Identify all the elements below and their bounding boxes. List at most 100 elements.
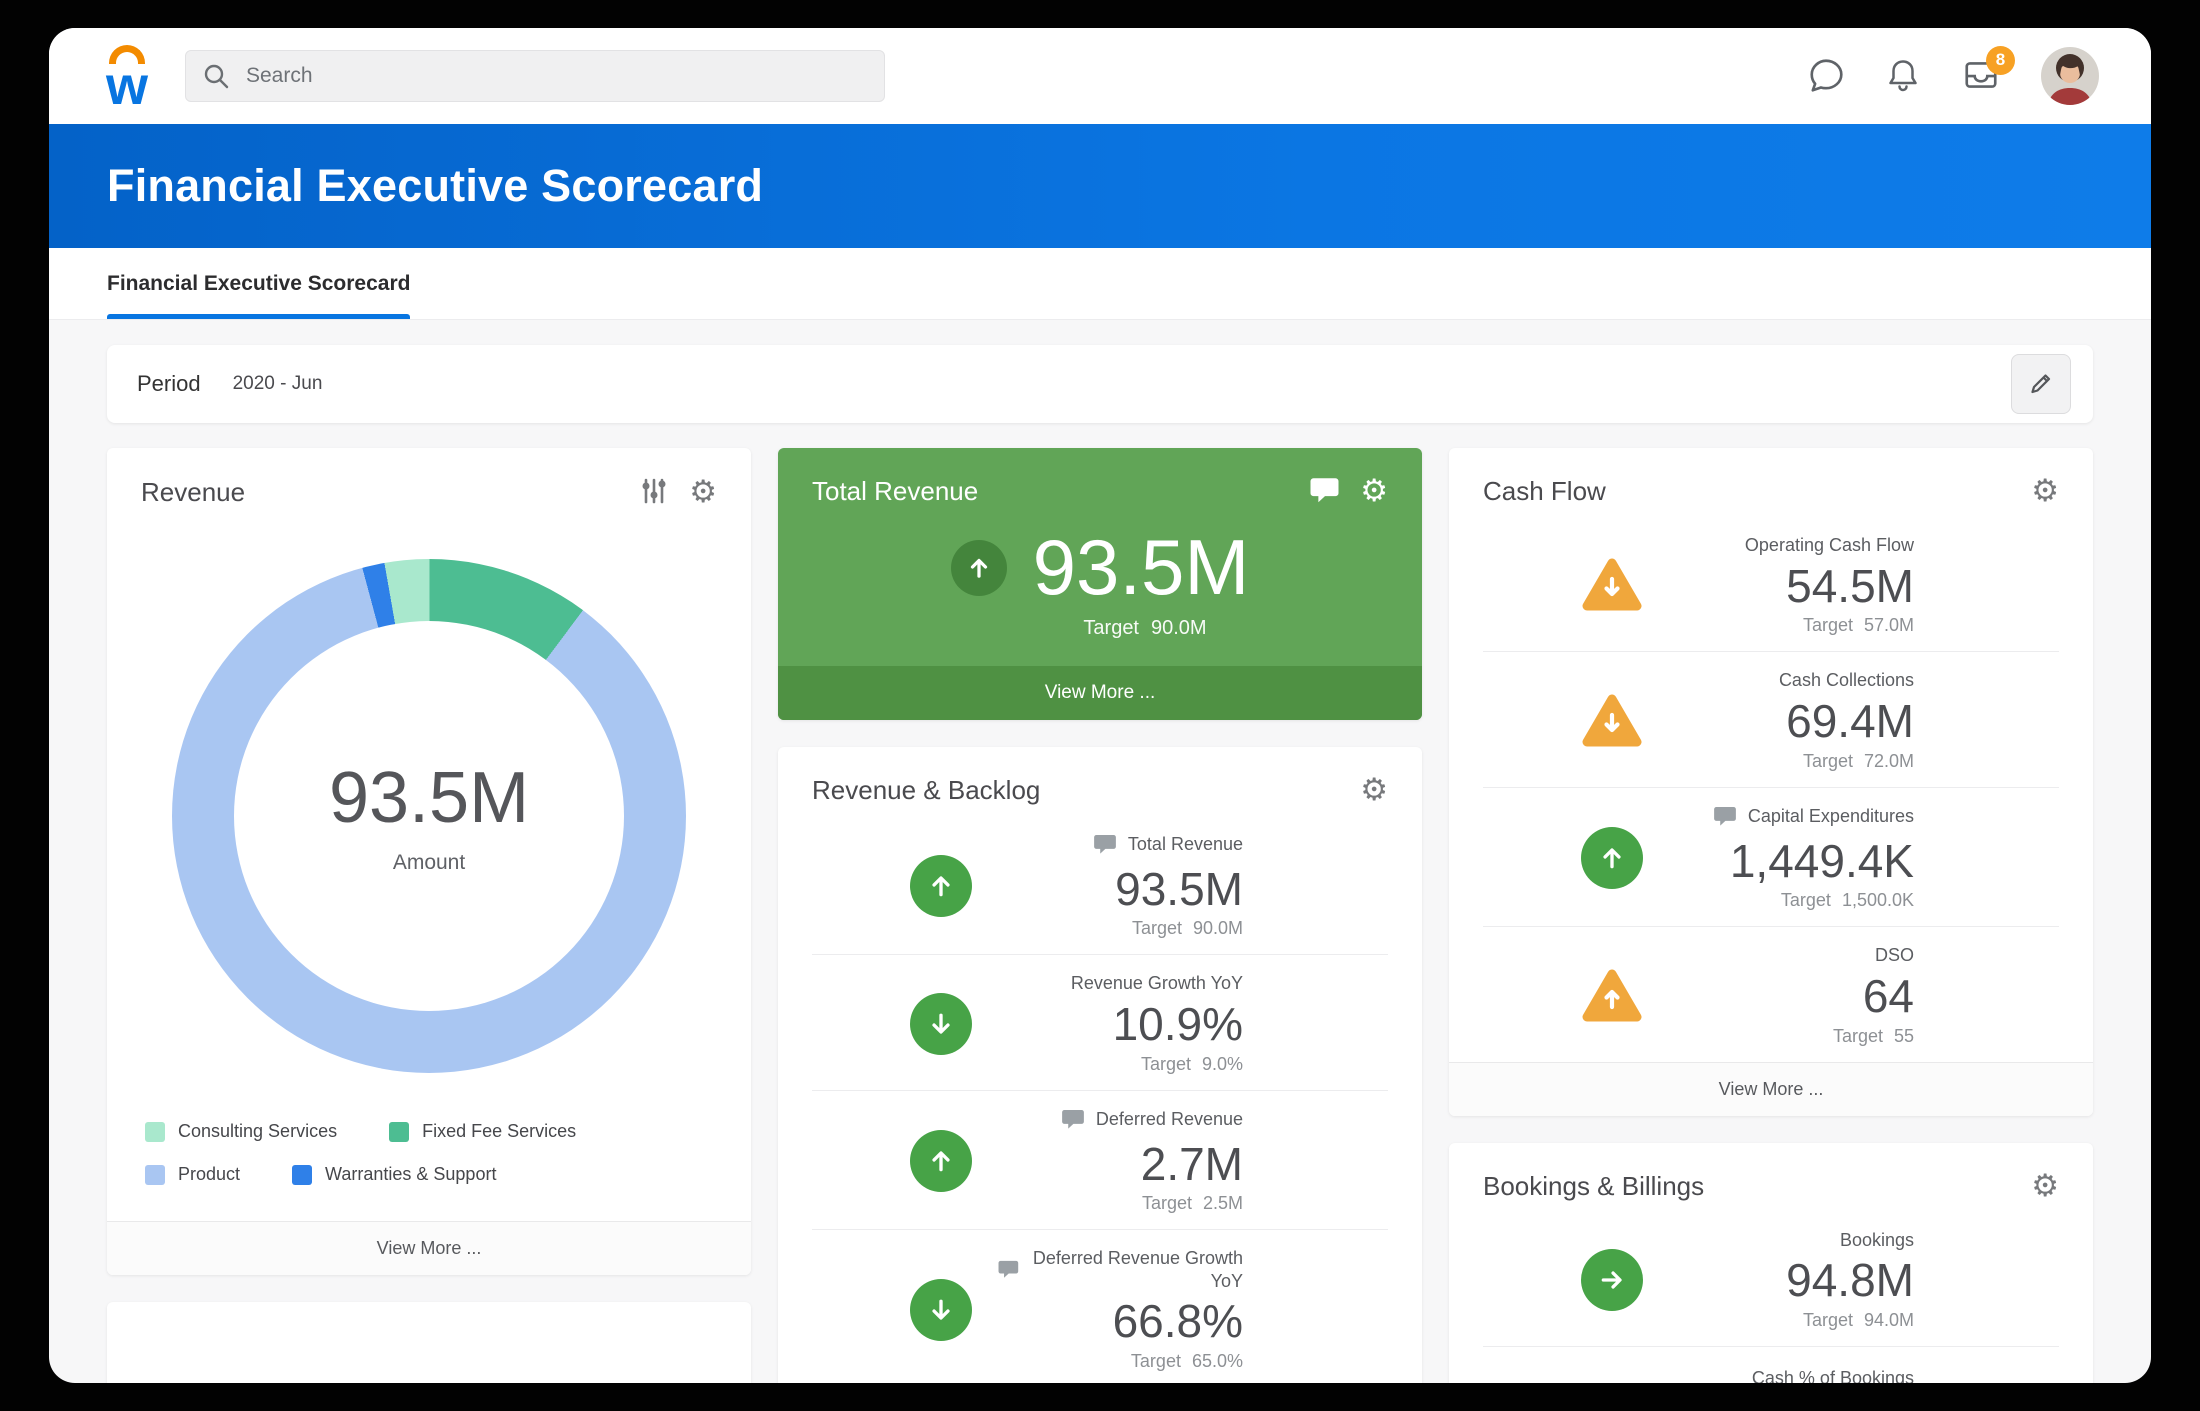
legend-item-fixed-fee-services[interactable]: Fixed Fee Services xyxy=(389,1121,576,1142)
legend-label: Product xyxy=(178,1164,240,1185)
revenue-backlog-settings-button[interactable]: ⚙ xyxy=(1360,775,1388,806)
revenue-card-header: Revenue ⚙ xyxy=(107,448,751,519)
bookings-title: Bookings & Billings xyxy=(1483,1171,1704,1202)
trend-down-icon xyxy=(910,1279,972,1341)
legend-swatch xyxy=(145,1122,165,1142)
revenue-view-more[interactable]: View More ... xyxy=(107,1221,751,1275)
tab-bar: Financial Executive Scorecard xyxy=(49,248,2151,320)
page-banner: Financial Executive Scorecard xyxy=(49,124,2151,248)
revenue-donut-center: 93.5M Amount xyxy=(234,621,624,1011)
target-value: 2.5M xyxy=(1203,1193,1243,1214)
period-label: Period xyxy=(137,371,201,397)
metric-row-cash-collections: Cash Collections 69.4M Target 72.0M xyxy=(1483,652,2059,787)
donut-center-value: 93.5M xyxy=(329,757,529,839)
metric-text: Operating Cash Flow 54.5M Target 57.0M xyxy=(1669,534,1914,636)
legend-item-warranties-support[interactable]: Warranties & Support xyxy=(292,1164,496,1185)
legend-swatch xyxy=(389,1122,409,1142)
metric-label: Operating Cash Flow xyxy=(1745,534,1914,557)
metric-label-row: Operating Cash Flow xyxy=(1745,534,1914,557)
target-value: 90.0M xyxy=(1193,918,1243,939)
revenue-backlog-title: Revenue & Backlog xyxy=(812,775,1040,806)
app-window: w 8 xyxy=(49,28,2151,1383)
content: Period 2020 - Jun Revenue xyxy=(49,320,2151,1383)
metric-text: Total Revenue 93.5M Target 90.0M xyxy=(998,833,1243,940)
metric-value: 94.8M xyxy=(1669,1254,1914,1307)
metric-label: Deferred Revenue Growth YoY xyxy=(1030,1247,1243,1292)
revenue-settings-button[interactable]: ⚙ xyxy=(689,477,717,508)
tab-financial-executive-scorecard[interactable]: Financial Executive Scorecard xyxy=(107,248,410,319)
donut-center-label: Amount xyxy=(393,851,465,875)
total-revenue-settings-button[interactable]: ⚙ xyxy=(1360,476,1388,507)
metric-text: Cash Collections 69.4M Target 72.0M xyxy=(1669,669,1914,771)
edit-period-button[interactable] xyxy=(2011,354,2071,414)
metric-text: Capital Expenditures 1,449.4K Target 1,5… xyxy=(1669,805,1914,912)
metric-value: 10.9% xyxy=(998,998,1243,1051)
legend-label: Fixed Fee Services xyxy=(422,1121,576,1142)
cash-flow-settings-button[interactable]: ⚙ xyxy=(2031,476,2059,507)
cash-flow-header: Cash Flow ⚙ xyxy=(1449,448,2093,517)
total-revenue-title: Total Revenue xyxy=(812,476,978,507)
cash-flow-view-more[interactable]: View More ... xyxy=(1449,1062,2093,1116)
revenue-donut-ring[interactable]: 93.5M Amount xyxy=(172,559,686,1073)
trend-up-icon xyxy=(1581,827,1643,889)
inbox-button[interactable]: 8 xyxy=(1961,56,2001,97)
metric-row-deferred-revenue: Deferred Revenue 2.7M Target 2.5M xyxy=(812,1091,1388,1231)
gear-icon: ⚙ xyxy=(2031,1171,2059,1202)
total-revenue-view-more[interactable]: View More ... xyxy=(778,666,1422,720)
metric-label-row: Bookings xyxy=(1840,1229,1914,1252)
target-label: Target xyxy=(1803,751,1853,772)
legend-item-consulting-services[interactable]: Consulting Services xyxy=(145,1121,337,1142)
total-revenue-card: Total Revenue ⚙ xyxy=(778,448,1422,720)
total-revenue-header: Total Revenue ⚙ xyxy=(778,448,1422,517)
revenue-backlog-card: Revenue & Backlog ⚙ xyxy=(778,747,1422,1383)
inbox-badge: 8 xyxy=(1986,46,2015,75)
profile-button[interactable] xyxy=(2041,47,2099,105)
search-input[interactable] xyxy=(185,50,885,102)
avatar xyxy=(2041,47,2099,105)
cash-flow-card: Cash Flow ⚙ xyxy=(1449,448,2093,1116)
target-label: Target xyxy=(1131,1351,1181,1372)
metric-target: Target 55 xyxy=(1669,1026,1914,1047)
sliders-icon xyxy=(639,476,669,509)
metric-label-row: Deferred Revenue xyxy=(1061,1108,1243,1131)
metric-text: Deferred Revenue Growth YoY 66.8% Target… xyxy=(998,1247,1243,1372)
metric-label: Bookings xyxy=(1840,1229,1914,1252)
metric-value: 93.5M xyxy=(998,863,1243,916)
metric-text: Bookings 94.8M Target 94.0M xyxy=(1669,1229,1914,1331)
metric-text: Cash % of Bookings xyxy=(1581,1367,1914,1383)
target-value: 55 xyxy=(1894,1026,1914,1047)
page-title: Financial Executive Scorecard xyxy=(107,160,763,212)
bookings-settings-button[interactable]: ⚙ xyxy=(2031,1171,2059,1202)
metric-row-operating-cash-flow: Operating Cash Flow 54.5M Target 57.0M xyxy=(1483,517,2059,652)
metric-row-deferred-revenue-growth-yoy: Deferred Revenue Growth YoY 66.8% Target… xyxy=(812,1230,1388,1383)
trend-up-icon xyxy=(951,540,1007,596)
notifications-button[interactable] xyxy=(1885,56,1921,97)
metric-label: Total Revenue xyxy=(1128,833,1243,856)
metric-label-row: Total Revenue xyxy=(1093,833,1243,856)
chat-button[interactable] xyxy=(1807,56,1845,97)
comment-button[interactable] xyxy=(1309,477,1340,507)
target-label: Target xyxy=(1132,918,1182,939)
revenue-legend: Consulting Services Fixed Fee Services P… xyxy=(107,1121,751,1221)
metric-value: 64 xyxy=(1669,970,1914,1023)
metric-value: 2.7M xyxy=(998,1138,1243,1191)
metric-target: Target 94.0M xyxy=(1669,1310,1914,1331)
target-value: 9.0% xyxy=(1202,1054,1243,1075)
target-value: 72.0M xyxy=(1864,751,1914,772)
revenue-card-actions: ⚙ xyxy=(639,476,717,509)
metric-value: 1,449.4K xyxy=(1669,835,1914,888)
legend-swatch xyxy=(292,1165,312,1185)
target-label: Target xyxy=(1141,1054,1191,1075)
legend-label: Warranties & Support xyxy=(325,1164,496,1185)
chart-filter-button[interactable] xyxy=(639,476,669,509)
metric-row-cash-pct-of-bookings: Cash % of Bookings xyxy=(1483,1347,2059,1383)
legend-item-product[interactable]: Product xyxy=(145,1164,240,1185)
trend-up-icon xyxy=(910,1130,972,1192)
metric-label-row: DSO xyxy=(1875,944,1914,967)
metric-row-total-revenue: Total Revenue 93.5M Target 90.0M xyxy=(812,816,1388,956)
cash-flow-title: Cash Flow xyxy=(1483,476,1606,507)
target-value: 94.0M xyxy=(1864,1310,1914,1331)
metric-label: Deferred Revenue xyxy=(1096,1108,1243,1131)
workday-logo[interactable]: w xyxy=(95,43,159,109)
metric-target: Target 72.0M xyxy=(1669,751,1914,772)
